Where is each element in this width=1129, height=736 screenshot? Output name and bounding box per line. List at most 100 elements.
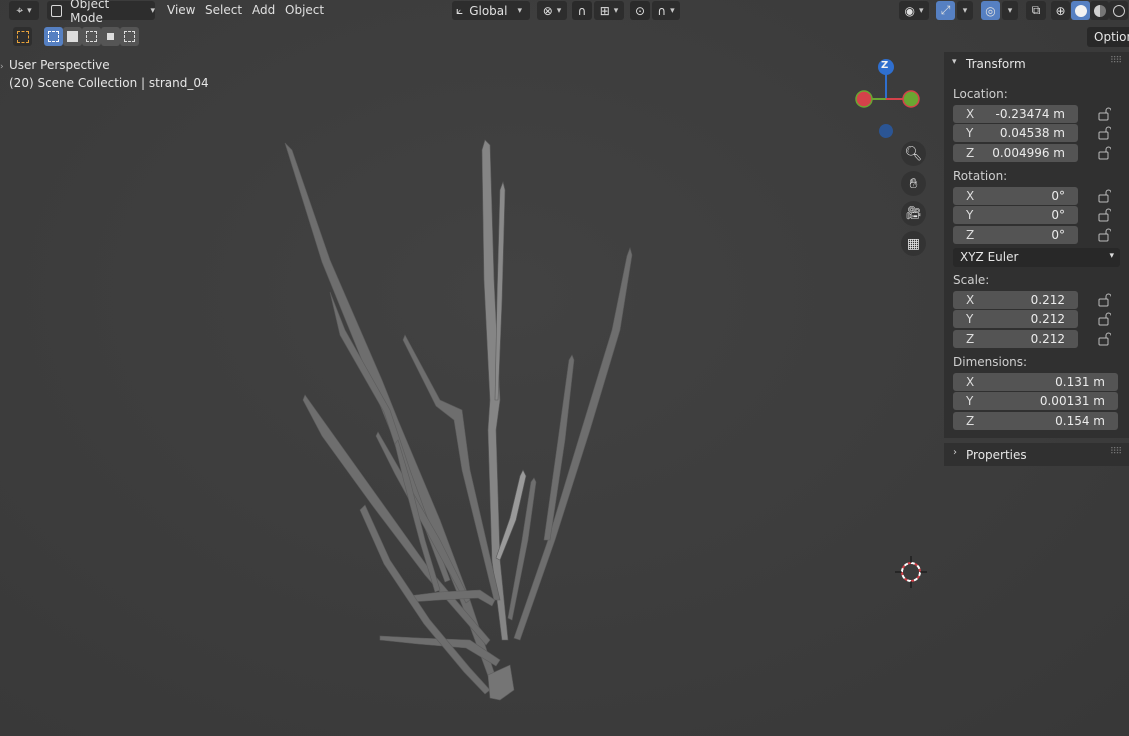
pivot-point-button[interactable]: ⊗ ▾ [537, 1, 567, 20]
active-tool-button[interactable] [13, 27, 32, 46]
overlays-toggle[interactable]: ◎ [981, 1, 1000, 20]
dimensions-y-field[interactable]: Y 0.00131 m [953, 392, 1118, 410]
select-mode-invert[interactable] [101, 27, 120, 46]
select-intersect-icon [124, 31, 135, 42]
axis-label: X [966, 107, 975, 121]
properties-expand-icon[interactable]: › [953, 447, 957, 458]
dimensions-x-field[interactable]: X 0.131 m [953, 373, 1118, 391]
orientation-icon: ⟀ [456, 3, 464, 17]
zoom-button[interactable]: 🔍︎ [901, 141, 926, 166]
ortho-toggle-button[interactable]: ▦ [901, 231, 926, 256]
menu-add[interactable]: Add [252, 3, 275, 17]
gizmo-dropdown[interactable]: ▾ [957, 1, 973, 20]
axis-label: Y [966, 312, 974, 326]
eye-icon: ◉ [904, 3, 915, 18]
proportional-edit-icon: ⊙ [634, 3, 646, 18]
gizmo-toggle[interactable]: ⤢ [936, 1, 955, 20]
hand-icon: ✋︎ [909, 175, 918, 192]
3d-cursor [895, 556, 927, 588]
field-value: 0.131 m [1055, 375, 1105, 389]
transform-title[interactable]: Transform [966, 57, 1026, 71]
shading-rendered-button[interactable] [1109, 1, 1128, 20]
xray-toggle[interactable]: ⧉ [1026, 1, 1046, 20]
select-mode-new[interactable] [44, 27, 63, 46]
lock-location-z-icon[interactable] [1097, 146, 1111, 160]
editor-type-icon: ⌖ [16, 3, 24, 17]
mode-selector[interactable]: Object Mode ▾ [47, 0, 155, 25]
field-value: -0.23474 m [995, 107, 1065, 121]
properties-title[interactable]: Properties [966, 448, 1027, 462]
lock-rotation-x-icon[interactable] [1097, 189, 1111, 203]
xray-icon: ⧉ [1031, 3, 1041, 17]
lock-location-y-icon[interactable] [1097, 126, 1111, 140]
overlays-dropdown[interactable]: ▾ [1002, 1, 1018, 20]
magnifier-icon: 🔍︎ [904, 145, 923, 162]
select-mode-extend[interactable] [63, 27, 82, 46]
select-mode-subtract[interactable] [82, 27, 101, 46]
camera-view-button[interactable]: 🎥︎ [901, 201, 926, 226]
field-value: 0.00131 m [1039, 394, 1105, 408]
shading-solid-button[interactable] [1071, 1, 1090, 20]
select-extend-icon [67, 31, 78, 42]
rotation-z-field[interactable]: Z 0° [953, 226, 1078, 244]
gizmo-z-label: Z [881, 60, 889, 71]
toolbar-expand-icon[interactable]: › [0, 62, 4, 72]
options-tab[interactable]: Options [1087, 27, 1129, 47]
snap-toggle[interactable]: ∩ [572, 1, 592, 20]
object-mode-icon [51, 4, 63, 17]
menu-view[interactable]: View [167, 3, 195, 17]
location-z-field[interactable]: Z 0.004996 m [953, 144, 1078, 162]
rotation-y-field[interactable]: Y 0° [953, 206, 1078, 224]
snap-target-button[interactable]: ⊞ ▾ [594, 1, 624, 20]
location-label: Location: [953, 87, 1008, 101]
visibility-button[interactable]: ◉ ▾ [899, 1, 929, 20]
field-value: 0° [1051, 208, 1065, 222]
select-subtract-icon [86, 31, 97, 42]
pivot-icon: ⊗ [542, 3, 553, 18]
scale-z-field[interactable]: Z 0.212 [953, 330, 1078, 348]
rotation-mode-select[interactable]: XYZ Euler ▾ [953, 248, 1120, 267]
scale-label: Scale: [953, 273, 990, 287]
field-value: 0.004996 m [992, 146, 1065, 160]
field-value: 0.04538 m [999, 126, 1065, 140]
location-x-field[interactable]: X -0.23474 m [953, 105, 1078, 123]
viewport-header: ⌖ ▾ Object Mode ▾ View Select Add Object … [0, 0, 1129, 25]
shading-wireframe-button[interactable]: ⊕ [1051, 1, 1070, 20]
select-mode-intersect[interactable] [120, 27, 139, 46]
perspective-label: User Perspective [9, 58, 110, 72]
axis-label: X [966, 293, 975, 307]
menu-select[interactable]: Select [205, 3, 242, 17]
lock-rotation-z-icon[interactable] [1097, 228, 1111, 242]
select-new-icon [48, 31, 59, 42]
lock-scale-y-icon[interactable] [1097, 312, 1111, 326]
rotation-x-field[interactable]: X 0° [953, 187, 1078, 205]
dimensions-z-field[interactable]: Z 0.154 m [953, 412, 1118, 430]
falloff-button[interactable]: ∩ ▾ [652, 1, 680, 20]
location-y-field[interactable]: Y 0.04538 m [953, 124, 1078, 142]
axis-label: Y [966, 394, 974, 408]
material-sphere-icon [1093, 4, 1106, 17]
axis-label: X [966, 375, 975, 389]
transform-orientation-selector[interactable]: ⟀ Global ▾ [452, 1, 530, 20]
proportional-edit-toggle[interactable]: ⊙ [630, 1, 650, 20]
menu-object[interactable]: Object [285, 3, 324, 17]
transform-collapse-icon[interactable]: ▾ [952, 57, 957, 67]
pan-button[interactable]: ✋︎ [901, 171, 926, 196]
axis-label: Y [966, 208, 974, 222]
editor-type-button[interactable]: ⌖ ▾ [9, 1, 39, 20]
lock-rotation-y-icon[interactable] [1097, 208, 1111, 222]
lock-scale-z-icon[interactable] [1097, 332, 1111, 346]
lock-scale-x-icon[interactable] [1097, 293, 1111, 307]
scale-y-field[interactable]: Y 0.212 [953, 310, 1078, 328]
gizmo-icon: ⤢ [940, 3, 951, 17]
shading-material-button[interactable] [1090, 1, 1109, 20]
axis-label: Z [966, 332, 975, 346]
scale-x-field[interactable]: X 0.212 [953, 291, 1078, 309]
field-value: 0.212 [1030, 332, 1065, 346]
3d-viewport[interactable]: ⌖ ▾ Object Mode ▾ View Select Add Object … [0, 0, 1129, 736]
drag-handle-icon[interactable]: ⠿⠿ [1110, 56, 1122, 66]
lock-location-x-icon[interactable] [1097, 107, 1111, 121]
select-invert-icon [105, 31, 116, 42]
drag-handle-icon[interactable]: ⠿⠿ [1110, 447, 1122, 457]
camera-icon: 🎥︎ [905, 206, 922, 221]
